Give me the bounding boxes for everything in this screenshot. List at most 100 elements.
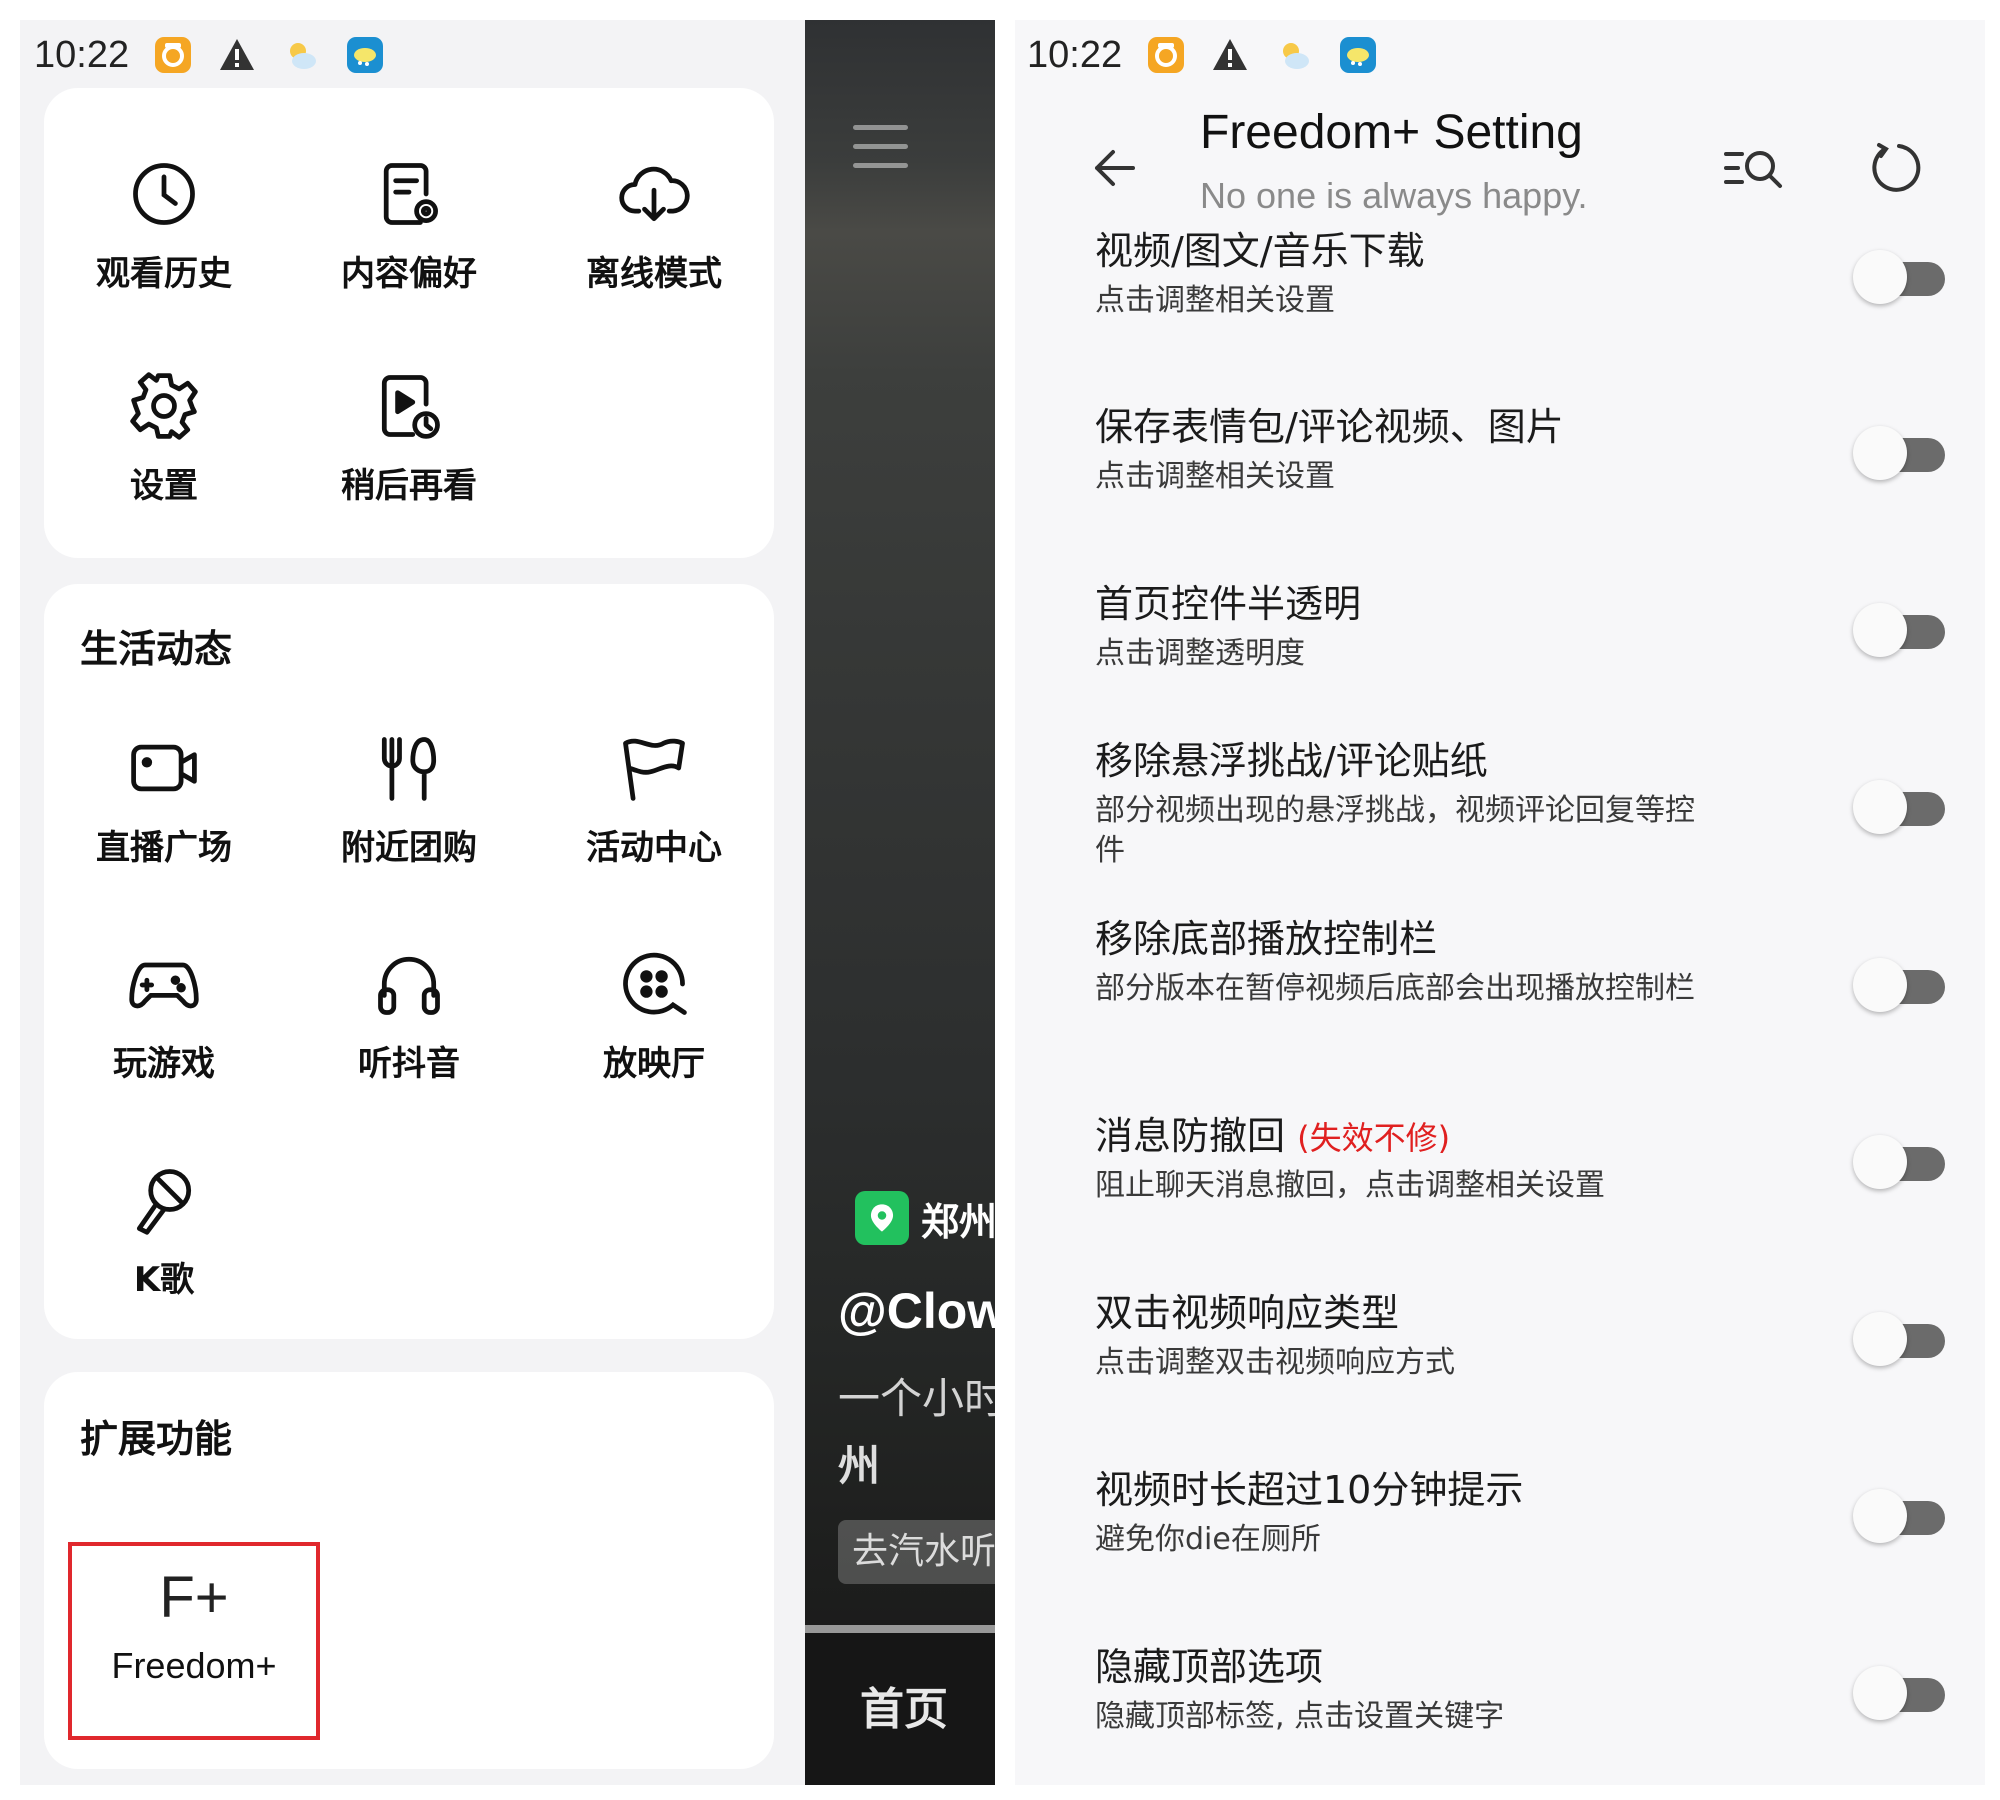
location-pin-icon	[855, 1191, 909, 1245]
search-list-icon[interactable]	[1720, 138, 1786, 198]
location-text: 郑州	[921, 1199, 995, 1244]
setting-row-long-video-warning[interactable]: 视频时长超过10分钟提示 避免你die在厕所	[1095, 1459, 1955, 1560]
nearby-group-buy-tile[interactable]: 附近团购	[289, 712, 529, 902]
setting-toggle[interactable]	[1853, 1310, 1949, 1366]
tile-label: 活动中心	[586, 828, 722, 868]
setting-toggle[interactable]	[1853, 778, 1949, 834]
offline-mode-tile[interactable]: 离线模式	[534, 138, 774, 328]
watch-later-icon	[381, 375, 440, 439]
content-preference-tile[interactable]: 内容偏好	[289, 138, 529, 328]
video-description: 一个小时	[838, 1374, 995, 1423]
right-phone-screen: 10:22 Freedom+ Setting No one is always …	[1015, 20, 1985, 1785]
page-subtitle: No one is always happy.	[1200, 175, 1588, 216]
status-bar: 10:22	[1015, 20, 1378, 90]
video-description-line2: 州	[838, 1441, 881, 1490]
setting-toggle[interactable]	[1853, 1133, 1949, 1189]
tile-label: 听抖音	[358, 1044, 460, 1084]
setting-subtitle: 阻止聊天消息撤回，点击调整相关设置	[1095, 1168, 1605, 1203]
microphone-icon	[136, 1169, 192, 1235]
document-settings-icon	[383, 163, 438, 225]
setting-row-save-stickers[interactable]: 保存表情包/评论视频、图片 点击调整相关设置	[1095, 396, 1955, 497]
section-title: 生活动态	[80, 627, 233, 671]
setting-row-download[interactable]: 视频/图文/音乐下载 点击调整相关设置	[1095, 220, 1955, 321]
headphones-icon	[378, 957, 440, 1015]
setting-title: 视频/图文/音乐下载	[1095, 229, 1425, 273]
setting-subtitle: 隐藏顶部标签, 点击设置关键字	[1095, 1699, 1505, 1734]
setting-subtitle: 避免你die在厕所	[1095, 1522, 1321, 1557]
setting-toggle[interactable]	[1853, 1664, 1949, 1720]
setting-title: 隐藏顶部选项	[1095, 1645, 1324, 1689]
setting-row-remove-floating[interactable]: 移除悬浮挑战/评论贴纸 部分视频出现的悬浮挑战，视频评论回复等控件	[1095, 730, 1955, 871]
watch-later-tile[interactable]: 稍后再看	[289, 350, 529, 540]
setting-title: 保存表情包/评论视频、图片	[1095, 405, 1564, 449]
status-time: 10:22	[1027, 33, 1123, 76]
bottom-nav: 首页	[805, 1633, 995, 1785]
setting-row-translucent-controls[interactable]: 首页控件半透明 点击调整透明度	[1095, 573, 1955, 674]
setting-subtitle: 点击调整相关设置	[1095, 459, 1335, 494]
freedom-plus-button[interactable]: F+ Freedom+	[68, 1542, 320, 1740]
page-title: Freedom+ Setting	[1200, 106, 1583, 159]
watch-history-tile[interactable]: 观看历史	[44, 138, 284, 328]
setting-row-hide-top-tabs[interactable]: 隐藏顶部选项 隐藏顶部标签, 点击设置关键字	[1095, 1636, 1955, 1737]
live-plaza-tile[interactable]: 直播广场	[44, 712, 284, 902]
app-notification-icon	[1148, 37, 1185, 73]
listen-douyin-tile[interactable]: 听抖音	[289, 928, 529, 1118]
play-games-tile[interactable]: 玩游戏	[44, 928, 284, 1118]
tile-label: 观看历史	[96, 254, 232, 294]
setting-title: 视频时长超过10分钟提示	[1095, 1468, 1524, 1512]
setting-warning-tag: (失效不修)	[1297, 1119, 1451, 1157]
cloud-app-icon	[1340, 37, 1377, 73]
cloud-download-icon	[619, 166, 690, 222]
weather-icon	[1283, 43, 1310, 69]
setting-subtitle: 点击调整相关设置	[1095, 283, 1335, 318]
background-video[interactable]: 郑州 @Clowr 一个小时 州 去汽水听 首页	[805, 20, 995, 1785]
video-username[interactable]: @Clowr	[838, 1282, 995, 1340]
tile-label: 离线模式	[586, 254, 722, 294]
life-section-card: 生活动态 直播广场 附近团购 活动中心 玩游戏 听抖音 放映厅 K歌	[44, 584, 774, 1339]
tile-label: 内容偏好	[341, 254, 477, 294]
screening-hall-tile[interactable]: 放映厅	[534, 928, 774, 1118]
flag-icon	[623, 738, 685, 801]
tile-label: 玩游戏	[113, 1044, 215, 1084]
menu-icon[interactable]	[853, 125, 908, 182]
setting-row-remove-playbar[interactable]: 移除底部播放控制栏 部分版本在暂停视频后底部会出现播放控制栏	[1095, 908, 1955, 1012]
activity-center-tile[interactable]: 活动中心	[534, 712, 774, 902]
back-arrow-icon[interactable]	[1085, 138, 1145, 198]
section-title: 扩展功能	[80, 1417, 233, 1461]
setting-title: 移除底部播放控制栏	[1095, 917, 1438, 961]
setting-subtitle: 部分视频出现的悬浮挑战，视频评论回复等控件	[1095, 793, 1695, 868]
cloud-app-icon	[347, 37, 384, 73]
setting-subtitle: 点击调整透明度	[1095, 636, 1305, 671]
karaoke-tile[interactable]: K歌	[44, 1144, 284, 1334]
settings-tile[interactable]: 设置	[44, 350, 284, 540]
setting-title: 消息防撤回 (失效不修)	[1095, 1114, 1451, 1158]
setting-toggle[interactable]	[1853, 424, 1949, 480]
gamepad-icon	[129, 962, 199, 1009]
warning-icon	[1213, 39, 1248, 70]
reload-icon[interactable]	[1865, 135, 1931, 201]
fork-knife-icon	[381, 737, 437, 801]
tile-label: 附近团购	[341, 828, 477, 868]
setting-title: 双击视频响应类型	[1095, 1291, 1400, 1335]
nav-home[interactable]: 首页	[860, 1673, 948, 1737]
setting-toggle[interactable]	[1853, 248, 1949, 304]
setting-toggle[interactable]	[1853, 1487, 1949, 1543]
live-camera-icon	[131, 744, 197, 792]
clock-icon	[133, 163, 195, 225]
film-reel-icon	[623, 952, 687, 1015]
app-notification-icon	[155, 37, 192, 73]
setting-row-anti-recall[interactable]: 消息防撤回 (失效不修) 阻止聊天消息撤回，点击调整相关设置	[1095, 1105, 1955, 1206]
weather-icon	[290, 43, 317, 69]
gear-icon	[130, 372, 198, 440]
tile-label: 设置	[130, 466, 198, 506]
video-progress-bar[interactable]	[805, 1625, 995, 1633]
music-chip[interactable]: 去汽水听	[838, 1520, 995, 1584]
location-tag[interactable]: 郑州	[855, 1188, 995, 1248]
setting-title: 移除悬浮挑战/评论贴纸	[1095, 739, 1488, 783]
setting-row-double-tap[interactable]: 双击视频响应类型 点击调整双击视频响应方式	[1095, 1282, 1955, 1383]
tile-label: K歌	[133, 1260, 195, 1300]
side-drawer: 10:22 观看历史 内容偏好 离线模式 设置 稍后再看 生活动态 直播广场 附…	[20, 20, 805, 1785]
setting-toggle[interactable]	[1853, 956, 1949, 1012]
setting-toggle[interactable]	[1853, 601, 1949, 657]
freedom-plus-label: Freedom+	[111, 1645, 277, 1686]
